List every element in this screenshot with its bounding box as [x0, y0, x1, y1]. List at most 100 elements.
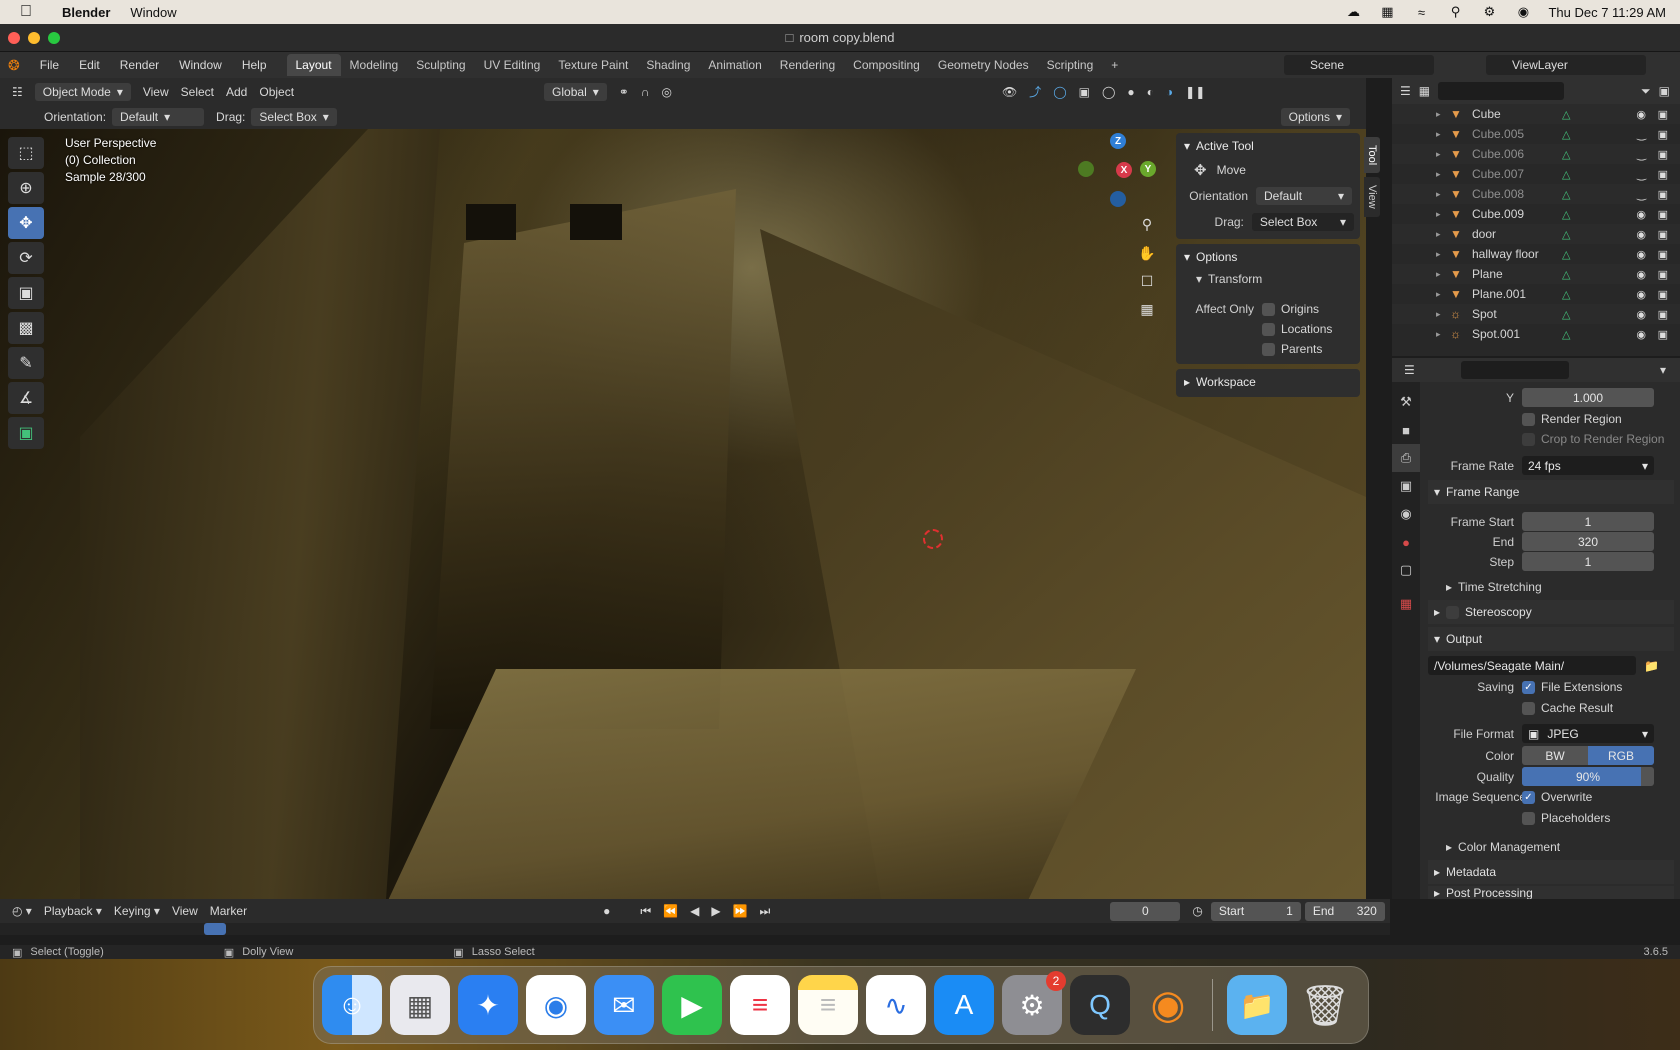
scene-props-icon[interactable]: ◉: [1392, 500, 1420, 528]
render-camera-icon[interactable]: ▣: [1658, 148, 1668, 161]
outliner-item-name[interactable]: door: [1472, 227, 1562, 241]
xray-toggle-icon[interactable]: ▣: [1079, 85, 1090, 99]
outliner-item-name[interactable]: Cube.006: [1472, 147, 1562, 161]
auto-keying-icon[interactable]: ●: [603, 904, 610, 918]
menu-edit[interactable]: Edit: [79, 58, 100, 72]
visibility-icon[interactable]: 👁: [1002, 85, 1017, 99]
outliner-item-name[interactable]: Cube.007: [1472, 167, 1562, 181]
outliner-item-name[interactable]: Cube.009: [1472, 207, 1562, 221]
wireframe-shading-icon[interactable]: ◯: [1102, 85, 1115, 99]
post-processing-panel-header[interactable]: ▸ Post Processing: [1428, 886, 1674, 899]
tab-geometry-nodes[interactable]: Geometry Nodes: [929, 54, 1038, 76]
file-format-dropdown[interactable]: ▣ JPEG ▾: [1522, 724, 1654, 743]
collection-props-icon[interactable]: ▢: [1392, 556, 1420, 584]
outliner-item-name[interactable]: Plane: [1472, 267, 1562, 281]
expand-arrow-icon[interactable]: ▸: [1436, 189, 1450, 200]
solid-shading-icon[interactable]: ●: [1127, 85, 1134, 99]
output-panel-header[interactable]: ▾ Output: [1428, 627, 1674, 651]
frame-step-field[interactable]: 1: [1522, 552, 1654, 571]
siri-icon[interactable]: ◉: [1514, 4, 1532, 19]
stereoscopy-panel-header[interactable]: ▸ Stereoscopy: [1428, 600, 1674, 624]
new-collection-icon[interactable]: ▣: [1659, 84, 1670, 98]
outliner-row[interactable]: ▸ ▼ Cube.008 △ ‿ ▣: [1392, 184, 1680, 204]
reminders-icon[interactable]: ≡: [730, 975, 790, 1035]
expand-arrow-icon[interactable]: ▸: [1436, 229, 1450, 240]
output-path-input[interactable]: /Volumes/Seagate Main/: [1428, 656, 1636, 675]
trash-icon[interactable]: 🗑: [1295, 975, 1355, 1035]
frame-end-field[interactable]: 320: [1522, 532, 1654, 551]
eye-open-icon[interactable]: ◉: [1636, 328, 1646, 341]
wifi-icon[interactable]: ≈: [1412, 5, 1430, 20]
tab-animation[interactable]: Animation: [699, 54, 770, 76]
outliner-search-input[interactable]: [1438, 82, 1565, 100]
jump-keyframe-forward-icon[interactable]: ⏩: [733, 904, 748, 918]
close-window-button[interactable]: [8, 32, 20, 44]
expand-arrow-icon[interactable]: ▸: [1436, 109, 1450, 120]
object-data-icon[interactable]: △: [1562, 168, 1570, 181]
tool-drag-dropdown[interactable]: Select Box ▾: [251, 108, 337, 126]
object-data-icon[interactable]: △: [1562, 128, 1570, 141]
rotate-tool-icon[interactable]: ⟳: [8, 242, 44, 274]
eye-open-icon[interactable]: ◉: [1636, 288, 1646, 301]
properties-options-icon[interactable]: ▾: [1660, 363, 1666, 377]
render-camera-icon[interactable]: ▣: [1658, 328, 1668, 341]
timeline-editor-icon[interactable]: ◴ ▾: [12, 904, 32, 918]
color-bw-button[interactable]: BW: [1522, 746, 1588, 765]
overlay-toggle-icon[interactable]: ◯: [1053, 85, 1066, 99]
expand-arrow-icon[interactable]: ▸: [1436, 149, 1450, 160]
outliner-row[interactable]: ▸ ▼ Plane.001 △ ◉ ▣: [1392, 284, 1680, 304]
menubar-clock[interactable]: Thu Dec 7 11:29 AM: [1548, 5, 1666, 20]
add-cube-tool-icon[interactable]: ▣: [8, 417, 44, 449]
menu-view[interactable]: View: [143, 85, 169, 99]
3d-viewport[interactable]: User Perspective (0) Collection Sample 2…: [0, 129, 1366, 899]
jump-start-icon[interactable]: ⏮: [640, 904, 651, 919]
app-store-icon[interactable]: A: [934, 975, 994, 1035]
options-panel-header[interactable]: ▾ Options: [1184, 250, 1354, 264]
timeline-ruler[interactable]: [0, 923, 1390, 935]
creative-cloud-icon[interactable]: ☁: [1344, 4, 1362, 19]
playhead[interactable]: [204, 923, 226, 935]
blender-logo-icon[interactable]: ❂: [8, 57, 20, 74]
gizmo-neg-z-axis[interactable]: [1110, 191, 1126, 207]
menu-select[interactable]: Select: [181, 85, 214, 99]
safari-icon[interactable]: ✦: [458, 975, 518, 1035]
jump-end-icon[interactable]: ⏭: [760, 904, 771, 919]
tab-scripting[interactable]: Scripting: [1038, 54, 1103, 76]
menu-timeline-view[interactable]: View: [172, 904, 198, 918]
tool-props-icon[interactable]: ⚒: [1392, 388, 1420, 416]
object-data-icon[interactable]: △: [1562, 108, 1570, 121]
current-frame-field[interactable]: 0: [1110, 901, 1181, 921]
gizmo-y-axis[interactable]: Y: [1140, 161, 1156, 177]
outliner-editor-icon[interactable]: ☰: [1400, 84, 1411, 98]
outliner-item-name[interactable]: Spot.001: [1472, 327, 1562, 341]
render-camera-icon[interactable]: ▣: [1658, 268, 1668, 281]
gizmo-x-axis[interactable]: X: [1116, 162, 1132, 178]
gizmo-neg-y-axis[interactable]: [1078, 161, 1094, 177]
overwrite-checkbox[interactable]: ✓: [1522, 790, 1535, 804]
metadata-panel-header[interactable]: ▸ Metadata: [1428, 860, 1674, 884]
ortho-grid-icon[interactable]: ▦: [1136, 298, 1158, 320]
object-data-icon[interactable]: △: [1562, 328, 1570, 341]
transform-tool-icon[interactable]: ▩: [8, 312, 44, 344]
eye-closed-icon[interactable]: ‿: [1637, 148, 1646, 161]
file-extensions-checkbox[interactable]: ✓: [1522, 680, 1535, 694]
outliner-row[interactable]: ▸ ▼ Cube.006 △ ‿ ▣: [1392, 144, 1680, 164]
tab-compositing[interactable]: Compositing: [844, 54, 929, 76]
frame-start-field[interactable]: 1: [1522, 512, 1654, 531]
mail-icon[interactable]: ✉: [594, 975, 654, 1035]
eye-open-icon[interactable]: ◉: [1636, 268, 1646, 281]
facetime-icon[interactable]: ▶: [662, 975, 722, 1035]
rendered-shading-icon[interactable]: ◑: [1166, 85, 1173, 99]
menu-help[interactable]: Help: [242, 58, 267, 72]
render-camera-icon[interactable]: ▣: [1658, 168, 1668, 181]
expand-arrow-icon[interactable]: ▸: [1436, 249, 1450, 260]
menu-playback[interactable]: Playback ▾: [44, 904, 102, 918]
eye-closed-icon[interactable]: ‿: [1637, 188, 1646, 201]
render-camera-icon[interactable]: ▣: [1658, 208, 1668, 221]
outliner-row[interactable]: ▸ ▼ hallway floor △ ◉ ▣: [1392, 244, 1680, 264]
quicktime-icon[interactable]: Q: [1070, 975, 1130, 1035]
tab-texture-paint[interactable]: Texture Paint: [549, 54, 637, 76]
outliner-row[interactable]: ▸ ▼ door △ ◉ ▣: [1392, 224, 1680, 244]
y-field[interactable]: 1.000: [1522, 388, 1654, 407]
color-rgb-button[interactable]: RGB: [1588, 746, 1654, 765]
